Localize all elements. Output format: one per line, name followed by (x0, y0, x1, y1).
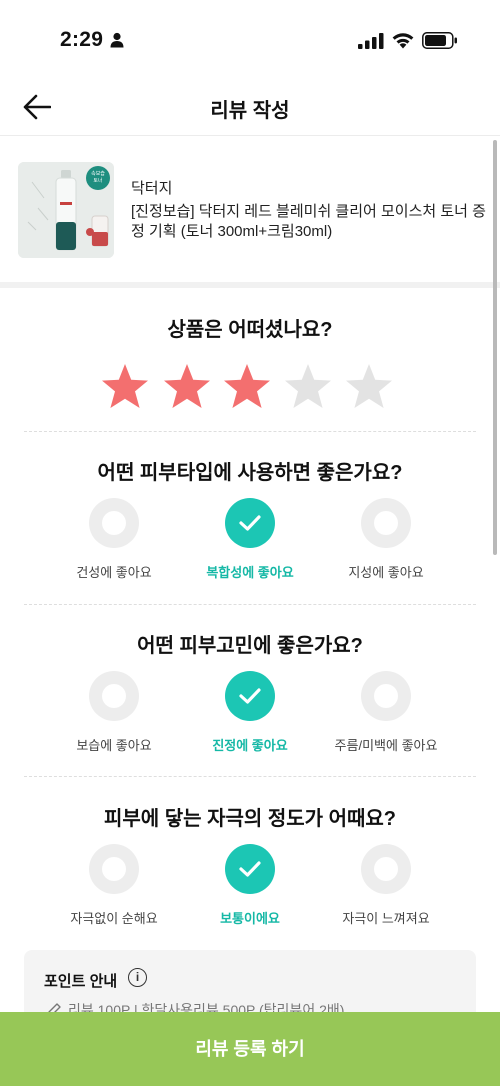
radio-circle-icon (89, 671, 139, 721)
dashed-divider (24, 776, 476, 777)
cellular-signal-icon (358, 33, 384, 49)
product-badge-line-1: 속보습 (91, 171, 105, 177)
radio-circle-icon (361, 671, 411, 721)
irritation-option-label: 자극없이 순해요 (70, 911, 158, 926)
dashed-divider (24, 431, 476, 432)
dashed-divider (24, 604, 476, 605)
product-badge: 속보습 토너 (86, 166, 110, 190)
skin-type-option-label: 지성에 좋아요 (348, 565, 424, 580)
page-title: 리뷰 작성 (210, 100, 290, 122)
skin-concern-option-soothing[interactable]: 진정에 좋아요 (185, 671, 315, 754)
star-1-icon[interactable] (100, 362, 150, 412)
product-brand: 닥터지 (131, 180, 173, 197)
skin-concern-question: 어떤 피부고민에 좋은가요? (137, 635, 363, 657)
scrollbar[interactable] (493, 140, 497, 555)
checkmark-icon (225, 844, 275, 894)
irritation-option-irritating[interactable]: 자극이 느껴져요 (321, 844, 451, 927)
skin-type-option-label: 복합성에 좋아요 (206, 565, 294, 580)
irritation-question: 피부에 닿는 자극의 정도가 어때요? (103, 808, 397, 830)
radio-circle-icon (361, 844, 411, 894)
skin-type-question: 어떤 피부타입에 사용하면 좋은가요? (97, 462, 403, 484)
radio-circle-icon (361, 498, 411, 548)
wifi-icon (392, 33, 414, 49)
skin-concern-option-label: 주름/미백에 좋아요 (334, 738, 438, 753)
checkmark-icon (225, 671, 275, 721)
irritation-option-normal[interactable]: 보통이에요 (185, 844, 315, 927)
irritation-option-gentle[interactable]: 자극없이 순해요 (49, 844, 179, 927)
skin-concern-option-label: 보습에 좋아요 (76, 738, 152, 753)
battery-icon (422, 32, 457, 49)
header: 리뷰 작성 (0, 80, 500, 136)
review-write-screen: 2:29 리뷰 작성 속보습 토너 닥터지 [진정보습] 닥터지 레드 블레미쉬… (0, 0, 500, 1086)
skin-type-option-oily[interactable]: 지성에 좋아요 (321, 498, 451, 581)
product-badge-line-2: 토너 (93, 178, 103, 184)
star-5-icon[interactable] (344, 362, 394, 412)
rating-question: 상품은 어떠셨나요? (167, 319, 333, 341)
irritation-option-label: 보통이에요 (220, 911, 280, 926)
skin-type-option-label: 건성에 좋아요 (76, 565, 152, 580)
info-icon[interactable]: i (128, 968, 147, 987)
star-4-icon[interactable] (283, 362, 333, 412)
irritation-option-label: 자극이 느껴져요 (342, 911, 430, 926)
star-3-icon[interactable] (222, 362, 272, 412)
skin-concern-option-moisture[interactable]: 보습에 좋아요 (49, 671, 179, 754)
product-name: [진정보습] 닥터지 레드 블레미쉬 클리어 모이스처 토너 증정 기획 (토너… (131, 203, 486, 240)
skin-concern-option-label: 진정에 좋아요 (212, 738, 288, 753)
product-summary: 속보습 토너 닥터지 [진정보습] 닥터지 레드 블레미쉬 클리어 모이스처 토… (0, 137, 500, 282)
status-time: 2:29 (60, 28, 104, 51)
skin-type-option-dry[interactable]: 건성에 좋아요 (49, 498, 179, 581)
radio-circle-icon (89, 498, 139, 548)
checkmark-icon (225, 498, 275, 548)
status-bar: 2:29 (0, 0, 500, 80)
radio-circle-icon (89, 844, 139, 894)
star-2-icon[interactable] (162, 362, 212, 412)
person-icon (110, 32, 124, 48)
point-info-title: 포인트 안내 (44, 973, 118, 990)
star-rating[interactable] (100, 362, 400, 416)
skin-type-option-combination[interactable]: 복합성에 좋아요 (185, 498, 315, 581)
submit-review-button[interactable]: 리뷰 등록 하기 (0, 1012, 500, 1086)
product-image: 속보습 토너 (18, 162, 114, 258)
skin-concern-option-wrinkle-whitening[interactable]: 주름/미백에 좋아요 (321, 671, 451, 754)
section-divider (0, 282, 500, 288)
